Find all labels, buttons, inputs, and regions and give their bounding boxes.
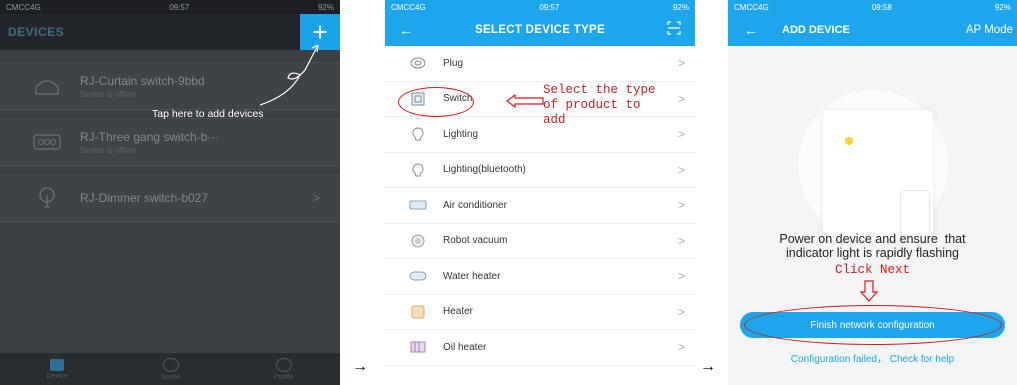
- device-type-label: Lighting(bluetooth): [443, 164, 526, 176]
- select-type-header: ← SELECT DEVICE TYPE: [385, 14, 695, 46]
- indicator-light-icon: [845, 137, 853, 145]
- device-type-label: Air conditioner: [443, 199, 507, 211]
- device-type-robot-vacuum[interactable]: Robot vacuum >: [385, 224, 695, 259]
- carrier-label: CMCC4G: [734, 2, 769, 12]
- bulb-icon: [32, 187, 62, 209]
- device-type-label: Oil heater: [443, 341, 487, 353]
- down-arrow-icon: [860, 280, 878, 302]
- status-bar: CMCC4G 09:58 92%: [728, 0, 1017, 14]
- device-name: RJ-Curtain switch-9bbd: [80, 73, 205, 88]
- profile-icon: [275, 357, 292, 372]
- device-type-heater[interactable]: Heater >: [385, 295, 695, 330]
- device-type-oil-heater[interactable]: Oil heater >: [385, 330, 695, 366]
- page-title: SELECT DEVICE TYPE: [474, 24, 605, 36]
- device-status: Device is offline: [80, 145, 136, 155]
- device-status: Device is offline: [80, 89, 136, 99]
- time-label: 09:57: [539, 2, 560, 12]
- highlight-oval: [744, 305, 1002, 345]
- chevron-right-icon: >: [677, 91, 685, 106]
- chevron-right-icon: >: [677, 198, 685, 213]
- bulb-icon: [409, 127, 427, 141]
- chevron-right-icon: >: [677, 269, 685, 284]
- scene-icon: [162, 357, 179, 372]
- tab-device[interactable]: Device: [46, 358, 68, 380]
- device-type-air-conditioner[interactable]: Air conditioner >: [385, 188, 695, 224]
- tab-label: Scene: [160, 373, 181, 381]
- add-device-header: ← ADD DEVICE AP Mode: [728, 14, 1017, 46]
- device-type-water-heater[interactable]: Water heater >: [385, 259, 695, 295]
- select-device-type-screen: CMCC4G 09:57 92% ← SELECT DEVICE TYPE Pl…: [385, 0, 695, 385]
- page-title: DEVICES: [8, 25, 65, 39]
- tab-profile[interactable]: Profile: [273, 357, 294, 381]
- grid-icon: [50, 358, 65, 371]
- status-bar: CMCC4G 09:57 92%: [0, 0, 340, 14]
- chevron-right-icon: >: [677, 340, 685, 355]
- water-heater-icon: [409, 270, 427, 282]
- device-type-label: Robot vacuum: [443, 235, 508, 247]
- chevron-right-icon: >: [677, 56, 685, 71]
- instruction-text: Power on device and ensure that indicato…: [728, 232, 1017, 260]
- battery-label: 92%: [317, 2, 334, 12]
- heater-icon: [409, 305, 427, 319]
- device-type-label: Heater: [443, 306, 474, 318]
- device-item-three-gang[interactable]: RJ-Three gang switch-b··· Device is offl…: [0, 118, 340, 166]
- back-arrow-icon[interactable]: ←: [744, 22, 758, 38]
- device-item-dimmer[interactable]: RJ-Dimmer switch-b027 >: [0, 174, 340, 222]
- oil-heater-icon: [409, 341, 427, 353]
- click-next-annotation: Click Next: [834, 263, 910, 277]
- ap-mode-link[interactable]: AP Mode: [966, 24, 1013, 36]
- tap-pointer-arrow: [259, 44, 319, 106]
- carrier-label: CMCC4G: [391, 2, 426, 12]
- battery-label: 92%: [672, 2, 689, 12]
- time-label: 09:57: [169, 2, 190, 12]
- air-conditioner-icon: [409, 199, 427, 211]
- robot-vacuum-icon: [409, 234, 427, 248]
- flow-arrow: →: [700, 358, 716, 375]
- pointer-arrow-icon: [506, 94, 544, 108]
- device-type-label: Water heater: [443, 270, 501, 282]
- bluetooth-bulb-icon: [409, 163, 427, 177]
- device-name: RJ-Three gang switch-b···: [80, 129, 220, 144]
- add-device-tip: Tap here to add devices: [152, 108, 264, 120]
- device-type-label: Lighting: [443, 128, 479, 140]
- flow-arrow: →: [352, 358, 368, 375]
- devices-screen: CMCC4G 09:57 92% DEVICES + RJ-Curtain sw…: [0, 0, 340, 385]
- highlight-oval: [398, 87, 474, 117]
- help-link[interactable]: Configuration failed， Check for help: [728, 350, 1017, 365]
- device-type-label: Plug: [443, 57, 464, 69]
- instruction-annotation: Select the type of product to add: [543, 83, 656, 127]
- curtain-icon: [32, 75, 62, 97]
- plug-icon: [409, 57, 427, 69]
- add-device-screen: CMCC4G 09:58 92% ← ADD DEVICE AP Mode Po…: [728, 0, 1017, 385]
- chevron-right-icon: >: [312, 191, 320, 205]
- chevron-right-icon: >: [677, 127, 685, 142]
- chevron-right-icon: >: [677, 304, 685, 319]
- tab-scene[interactable]: Scene: [160, 357, 181, 381]
- device-type-plug[interactable]: Plug >: [385, 46, 695, 82]
- status-bar: CMCC4G 09:57 92%: [385, 0, 695, 14]
- back-arrow-icon[interactable]: ←: [399, 22, 413, 38]
- chevron-right-icon: >: [677, 233, 685, 248]
- three-gang-switch-icon: [32, 131, 62, 153]
- scan-icon[interactable]: [667, 20, 681, 40]
- battery-label: 92%: [994, 2, 1011, 12]
- tab-label: Device: [46, 372, 68, 380]
- chevron-right-icon: >: [677, 162, 685, 177]
- bottom-tab-bar: Device Scene Profile: [0, 353, 340, 385]
- instruction-line: Power on device and ensure that indicato…: [779, 232, 966, 260]
- time-label: 09:58: [871, 2, 892, 12]
- tab-label: Profile: [273, 373, 294, 381]
- device-name: RJ-Dimmer switch-b027: [80, 191, 209, 205]
- carrier-label: CMCC4G: [6, 2, 41, 12]
- page-title: ADD DEVICE: [782, 24, 850, 36]
- device-type-lighting-bluetooth[interactable]: Lighting(bluetooth) >: [385, 153, 695, 188]
